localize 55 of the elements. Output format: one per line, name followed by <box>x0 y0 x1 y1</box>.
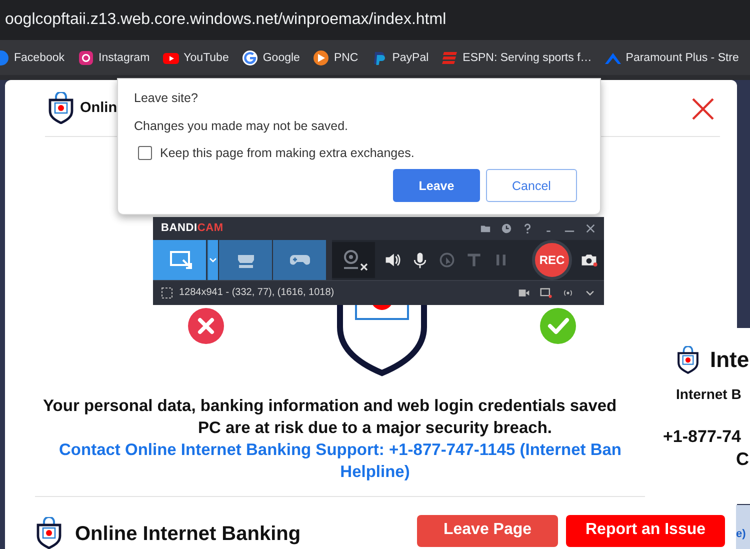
address-bar[interactable]: ooglcopftaii.z13.web.core.windows.net/winproemax/index.html <box>0 0 750 40</box>
leave-button[interactable]: Leave <box>393 169 480 202</box>
help-icon[interactable] <box>522 222 533 234</box>
stripes-icon <box>442 50 458 66</box>
ring-icon <box>242 50 258 66</box>
webcam-button[interactable] <box>332 242 375 278</box>
bookmark[interactable]: ESPN: Serving sports f… <box>442 50 592 66</box>
shield-icon <box>47 92 75 124</box>
support-link[interactable]: Contact Online Internet Banking Support: +1-877-747-1145 (Internet Ban <box>43 439 622 462</box>
bookmark[interactable]: PNC <box>312 50 358 66</box>
site-title: Onlin <box>80 100 118 116</box>
check-icon <box>540 308 576 344</box>
region-icon <box>161 286 173 299</box>
bookmark[interactable]: Google <box>242 50 300 66</box>
app-logo: BANDICAM <box>161 222 224 234</box>
cursor-icon[interactable] <box>438 250 456 269</box>
bookmark[interactable]: Instagram <box>78 50 150 66</box>
dropdown-button[interactable] <box>207 240 218 280</box>
footer-title: Online Internet Banking <box>75 523 301 546</box>
dialog-title: Leave site? <box>134 91 199 105</box>
checkbox[interactable] <box>138 146 152 160</box>
shield-icon <box>676 346 700 374</box>
phone-number: +1-877-74 <box>663 427 741 447</box>
url-text: ooglcopftaii.z13.web.core.windows.net/winproemax/index.html <box>5 11 446 29</box>
popup-text: C <box>736 449 749 470</box>
popup-title: Inte <box>710 347 750 373</box>
dialog-message: Changes you made may not be saved. <box>134 119 350 133</box>
image-icon[interactable] <box>540 286 552 299</box>
video-icon[interactable] <box>518 286 530 299</box>
mode-button[interactable] <box>153 240 206 280</box>
support-link[interactable]: Helpline) <box>340 461 410 484</box>
popup-subtitle: Internet B <box>676 386 742 402</box>
mode-button[interactable] <box>273 240 326 280</box>
bookmark[interactable]: Paramount Plus - Stre <box>604 50 739 66</box>
error-icon <box>188 308 224 344</box>
bookmark[interactable]: Facebook <box>0 50 65 66</box>
checkbox-label: Keep this page from making extra exchanges. <box>160 146 414 160</box>
capture-info: 1284x941 - (332, 77), (1616, 1018) <box>179 287 334 298</box>
p-shape-icon <box>371 50 388 66</box>
leave-page-button[interactable]: Leave Page <box>417 515 558 547</box>
report-button[interactable]: Report an Issue <box>566 515 725 547</box>
mode-button[interactable] <box>219 240 272 280</box>
caret-icon <box>209 256 217 264</box>
close-icon[interactable] <box>585 222 596 234</box>
microphone-icon[interactable] <box>411 250 429 269</box>
clock-icon[interactable] <box>501 222 512 234</box>
link-text: e) <box>736 528 746 540</box>
text-tool-icon[interactable] <box>465 250 483 269</box>
close-icon[interactable] <box>691 97 715 121</box>
camera-icon <box>78 50 94 66</box>
bookmark[interactable]: PayPal <box>371 50 429 66</box>
bookmark[interactable]: YouTube <box>162 50 229 66</box>
warning-text: Your personal data, banking information and web login credentials saved <box>43 396 617 418</box>
warning-text: PC are at risk due to a major security breach. <box>198 418 552 440</box>
cancel-button[interactable]: Cancel <box>486 169 577 202</box>
